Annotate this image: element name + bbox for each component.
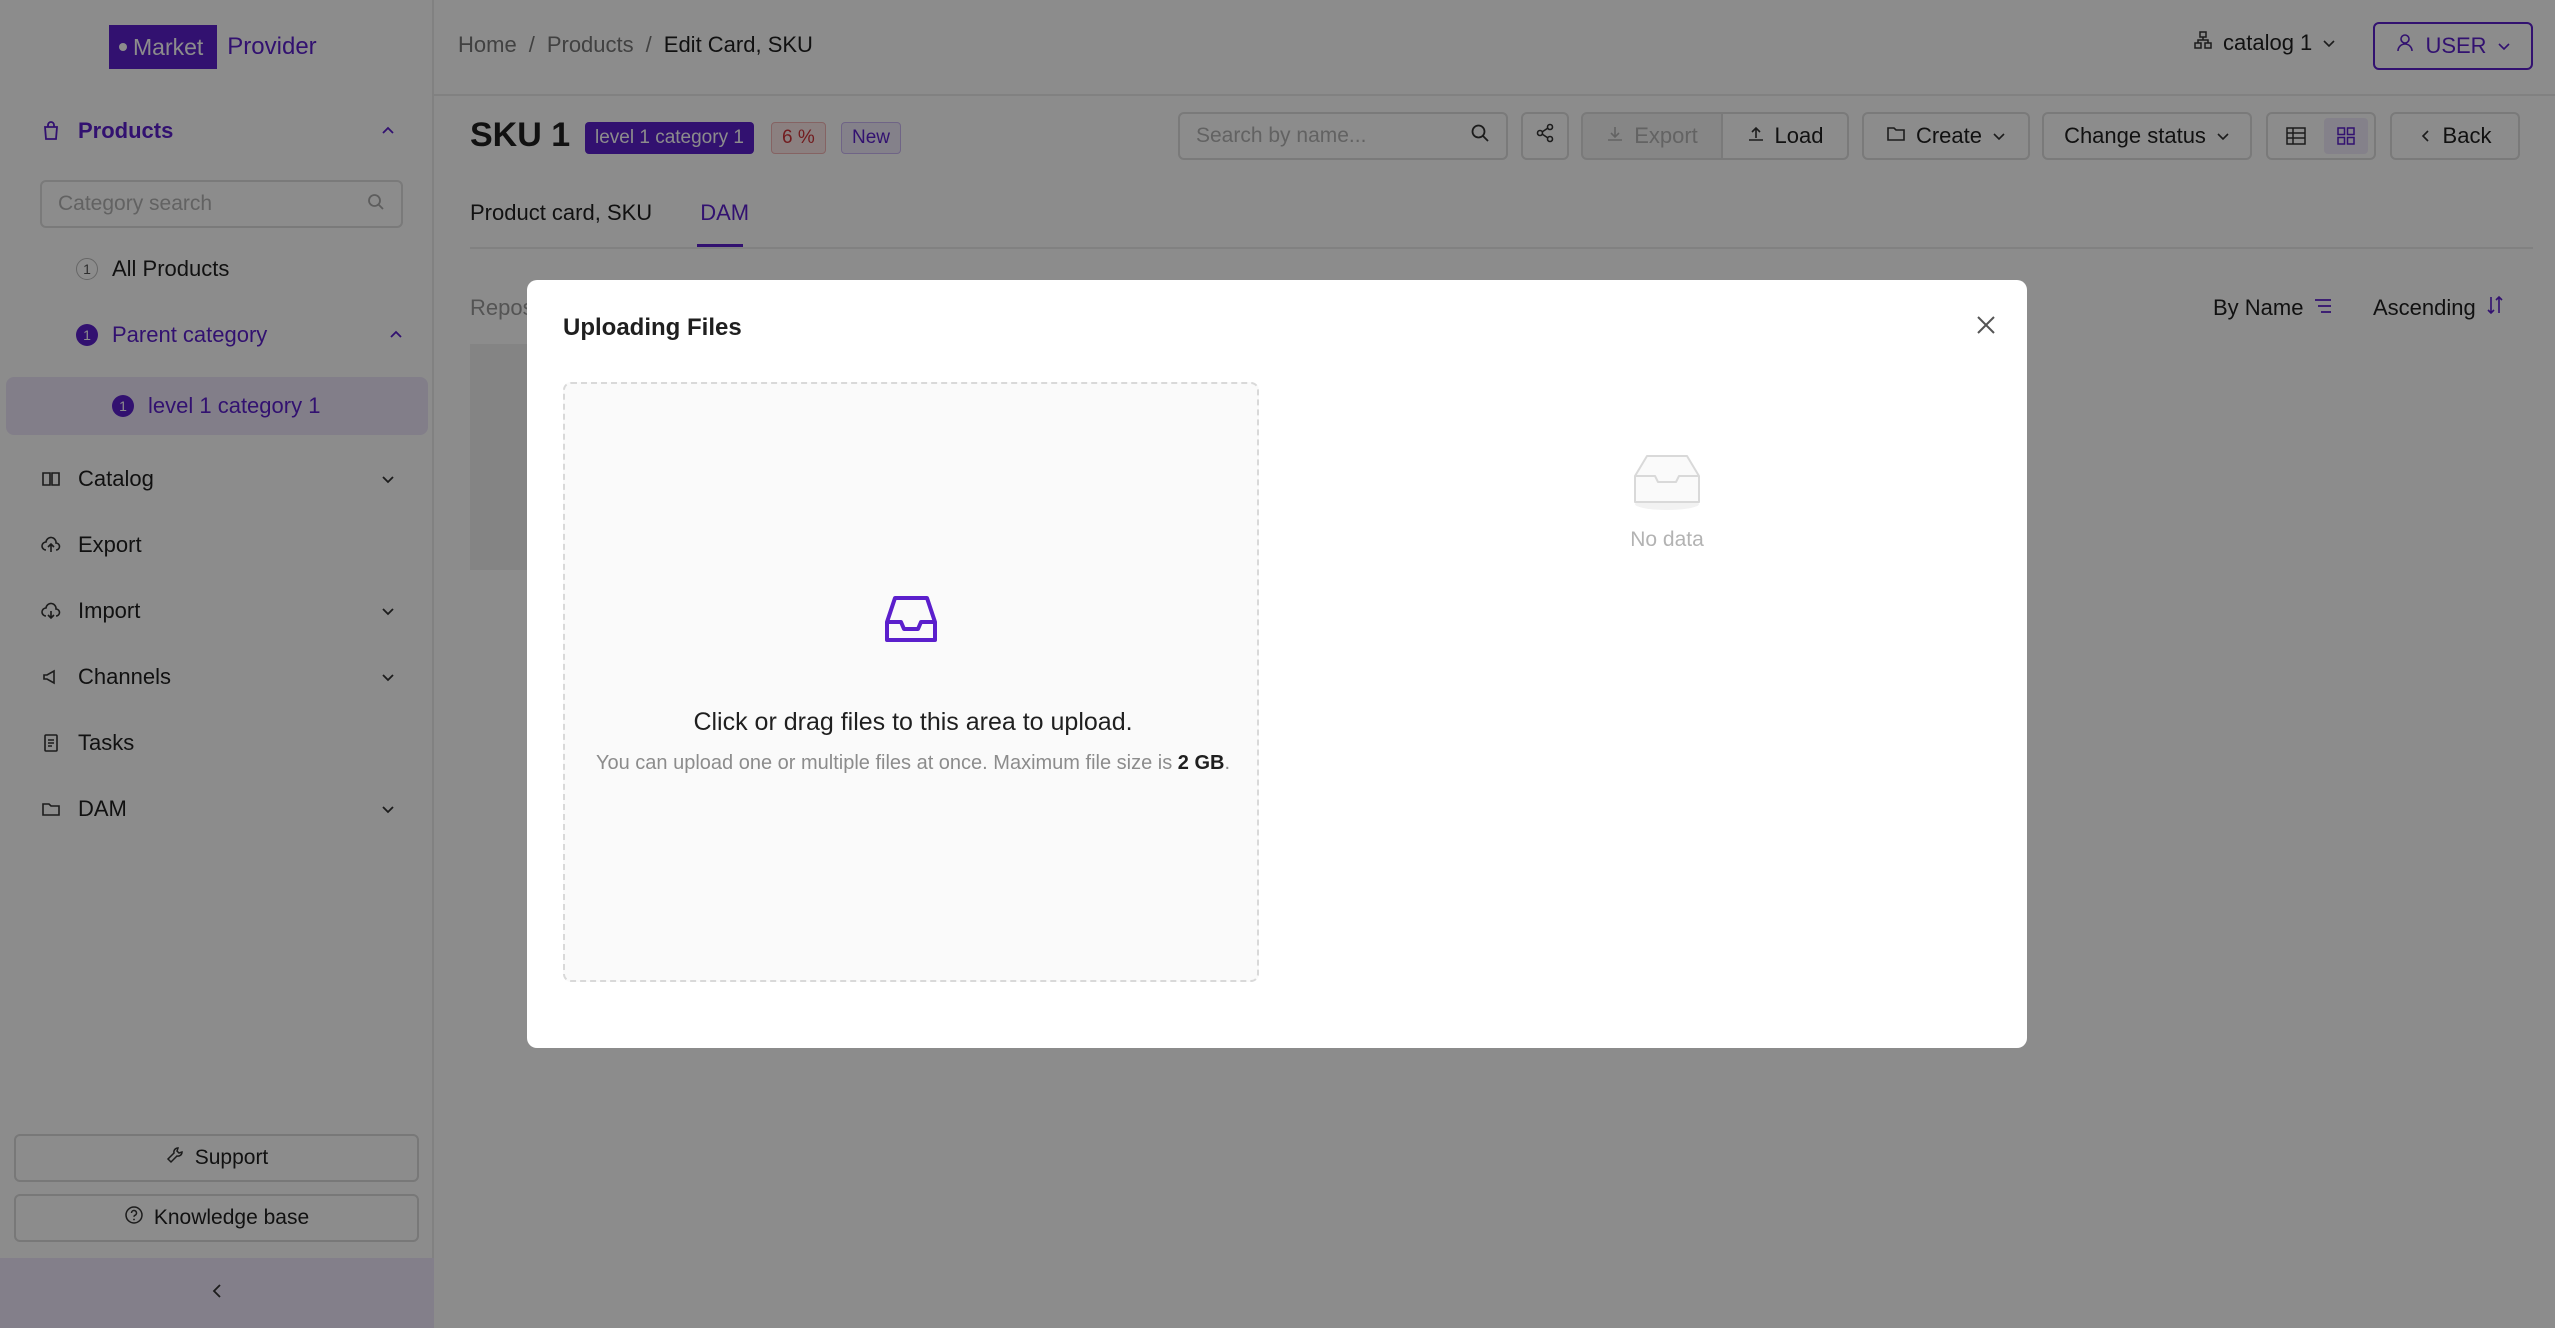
dropzone-hint: You can upload one or multiple files at … <box>565 752 1261 775</box>
dropzone-text: Click or drag files to this area to uplo… <box>693 708 1133 736</box>
empty-box-icon <box>1597 450 1737 518</box>
close-icon <box>1977 316 1995 334</box>
app-root: Market Provider Products 1 All Products <box>0 0 2555 1328</box>
empty-state-text: No data <box>1630 528 1704 551</box>
close-button[interactable] <box>1971 310 2001 340</box>
inbox-icon <box>881 590 941 650</box>
upload-dropzone[interactable]: Click or drag files to this area to uplo… <box>563 382 1259 982</box>
empty-state: No data <box>1597 450 1737 552</box>
dropzone-hint-suffix: . <box>1224 752 1231 774</box>
max-file-size: 2 GB <box>1177 752 1225 774</box>
dropzone-hint-prefix: You can upload one or multiple files at … <box>595 752 1178 774</box>
upload-modal: Uploading Files Click or drag files to t… <box>527 280 2027 1048</box>
modal-title: Uploading Files <box>563 314 742 341</box>
